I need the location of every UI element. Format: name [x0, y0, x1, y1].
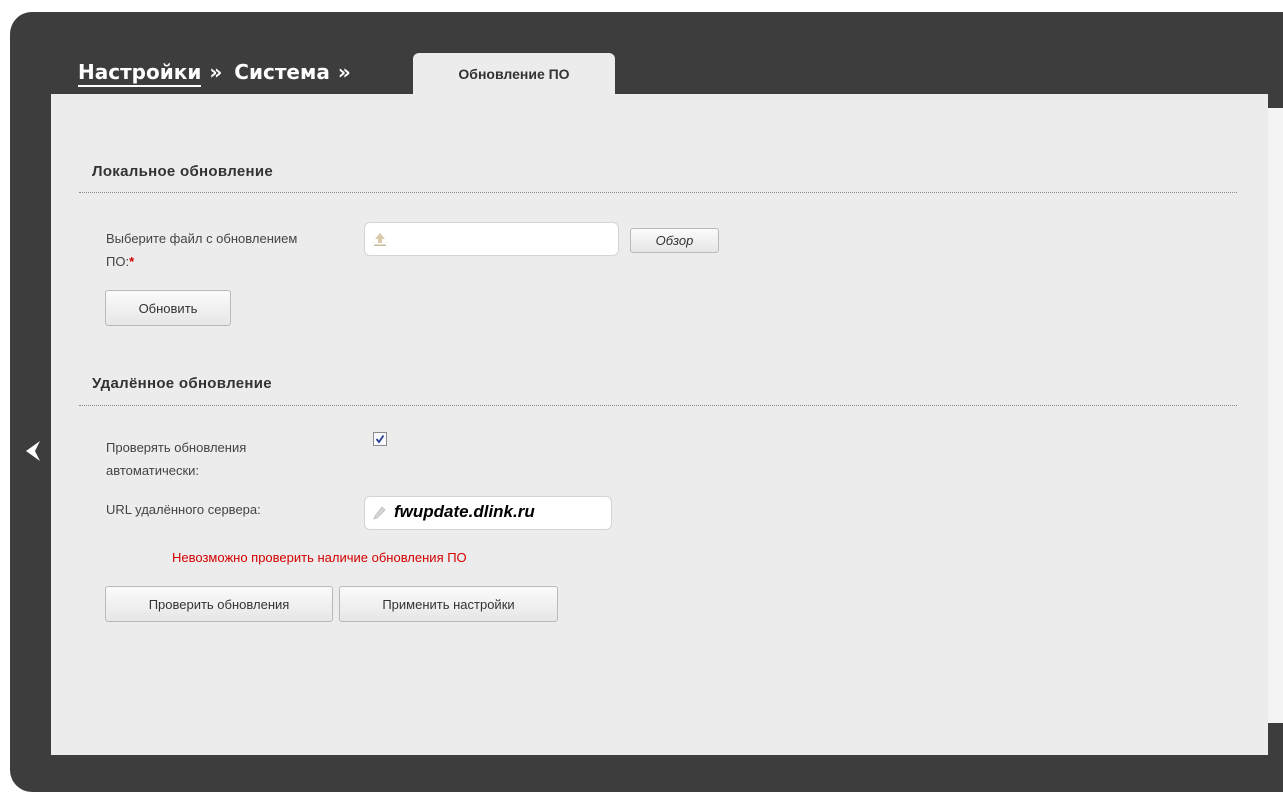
url-label: URL удалённого сервера:: [106, 502, 261, 517]
upload-icon: [374, 233, 386, 246]
file-label-line1: Выберите файл с обновлением: [106, 231, 298, 246]
breadcrumb-separator: »: [209, 60, 223, 84]
breadcrumb: Настройки » Система »: [78, 60, 363, 87]
content-panel: [51, 94, 1268, 755]
file-label: Выберите файл с обновлением ПО:*: [106, 227, 297, 273]
update-button[interactable]: Обновить: [105, 290, 231, 326]
file-label-line2: ПО:: [106, 254, 130, 269]
required-mark: *: [129, 254, 135, 269]
section-divider: [79, 405, 1237, 406]
breadcrumb-separator: »: [337, 60, 351, 84]
section-divider: [79, 192, 1237, 193]
tab-firmware-update[interactable]: Обновление ПО: [413, 53, 615, 95]
check-updates-button[interactable]: Проверить обновления: [105, 586, 333, 622]
pencil-icon: [373, 506, 386, 520]
chevron-left-icon[interactable]: [22, 438, 44, 464]
url-value: fwupdate.dlink.ru: [394, 502, 535, 521]
apply-settings-button[interactable]: Применить настройки: [339, 586, 558, 622]
auto-check-label: Проверять обновления автоматически:: [106, 436, 246, 482]
breadcrumb-system[interactable]: Система: [234, 60, 330, 87]
checkmark-icon: [375, 434, 385, 444]
section-title-remote: Удалённое обновление: [92, 375, 272, 392]
panel-edge: [1268, 108, 1283, 723]
browse-button[interactable]: Обзор: [630, 228, 719, 253]
auto-check-label-line2: автоматически:: [106, 463, 200, 478]
update-error-message: Невозможно проверить наличие обновления …: [172, 550, 467, 565]
auto-check-checkbox[interactable]: [373, 432, 387, 446]
auto-check-label-line1: Проверять обновления: [106, 440, 247, 455]
section-title-local: Локальное обновление: [92, 163, 273, 180]
file-input[interactable]: [364, 222, 619, 256]
breadcrumb-settings[interactable]: Настройки: [78, 60, 202, 87]
